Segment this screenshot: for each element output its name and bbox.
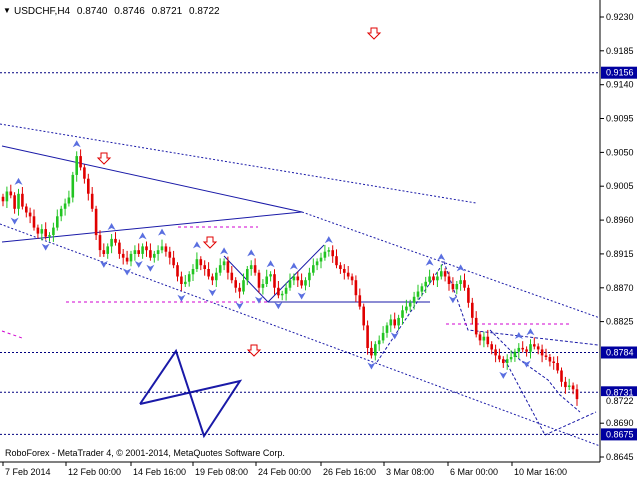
chart-window: ▼ USDCHF,H4 0.8740 0.8746 0.8721 0.8722 … [0,0,640,480]
close-value: 0.8722 [189,6,220,17]
time-tick-label: 3 Mar 08:00 [386,467,434,477]
price-highlight-label: 0.8784 [606,348,634,358]
time-tick-label: 14 Feb 16:00 [133,467,186,477]
price-tick-label: 0.9005 [606,181,634,191]
price-tick-label: 0.9050 [606,147,634,157]
low-value: 0.8721 [152,6,183,17]
price-chart: ▼ USDCHF,H4 0.8740 0.8746 0.8721 0.8722 … [0,0,640,480]
header-arrow-icon: ▼ [3,6,11,15]
time-tick-label: 26 Feb 16:00 [323,467,376,477]
copyright-text: RoboForex - MetaTrader 4, © 2001-2014, M… [5,448,285,458]
price-highlight-label: 0.9156 [606,68,634,78]
time-tick-label: 19 Feb 08:00 [195,467,248,477]
price-tick-label: 0.8960 [606,215,634,225]
price-tick-label: 0.9140 [606,80,634,90]
candle [94,205,98,240]
price-tick-label: 0.8915 [606,249,634,259]
price-tick-label: 0.8645 [606,452,634,462]
price-tick-label: 0.8870 [606,283,634,293]
time-tick-label: 6 Mar 00:00 [450,467,498,477]
symbol-label: USDCHF,H4 [14,6,71,17]
high-value: 0.8746 [114,6,145,17]
price-tick-label: 0.8825 [606,317,634,327]
time-tick-label: 12 Feb 00:00 [68,467,121,477]
chart-header: USDCHF,H4 0.8740 0.8746 0.8721 0.8722 [14,6,220,17]
price-tick-label: 0.9185 [606,46,634,56]
current-price-label: 0.8722 [606,396,634,406]
time-tick-label: 10 Mar 16:00 [514,467,567,477]
price-tick-label: 0.9095 [606,114,634,124]
time-tick-label: 7 Feb 2014 [5,467,51,477]
time-tick-label: 24 Feb 00:00 [258,467,311,477]
price-highlight-label: 0.8675 [606,429,634,439]
price-tick-label: 0.9230 [606,12,634,22]
open-value: 0.8740 [77,6,108,17]
price-tick-label: 0.8690 [606,418,634,428]
